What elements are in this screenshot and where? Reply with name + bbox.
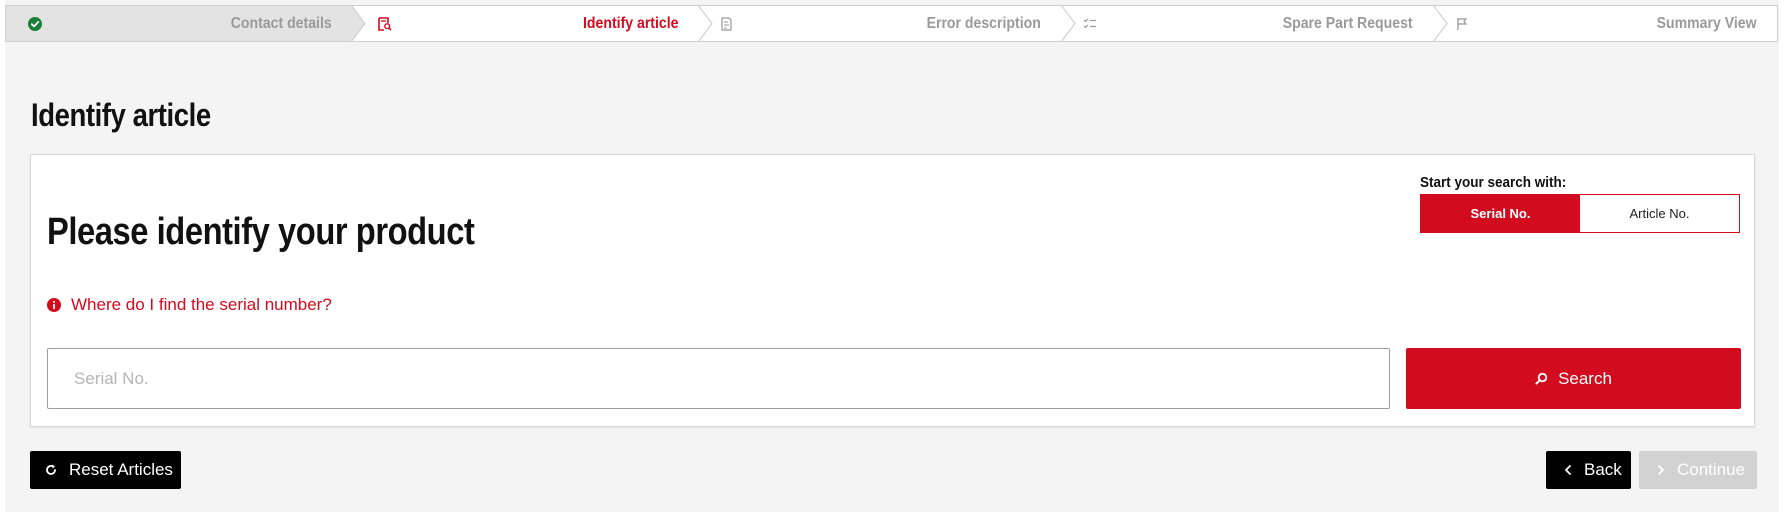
step-label: Contact details <box>231 15 332 32</box>
checklist-icon <box>1083 18 1096 29</box>
reset-articles-button[interactable]: Reset Articles <box>30 451 181 489</box>
step-label: Summary View <box>1657 15 1757 32</box>
step-summary-view[interactable]: Summary View <box>1433 6 1777 41</box>
identify-product-card: Please identify your product Start your … <box>30 154 1755 427</box>
page-title: Identify article <box>31 97 211 133</box>
step-error-description[interactable]: Error description <box>698 6 1061 41</box>
serial-number-help-link[interactable]: Where do I find the serial number? <box>47 295 332 315</box>
progress-stepper: Contact details Identify article Error d… <box>5 5 1778 42</box>
check-circle-icon <box>28 17 42 31</box>
search-type-selector: Start your search with: Serial No. Artic… <box>1420 174 1740 233</box>
chevron-right-icon <box>1658 465 1664 475</box>
search-icon <box>1535 372 1548 385</box>
step-label: Error description <box>926 15 1041 32</box>
continue-label: Continue <box>1677 460 1746 479</box>
step-label: Identify article <box>582 15 678 32</box>
search-button[interactable]: Search <box>1406 348 1741 409</box>
search-type-label: Start your search with: <box>1420 174 1567 191</box>
article-no-option[interactable]: Article No. <box>1580 195 1739 232</box>
info-icon <box>47 298 61 312</box>
serial-no-option[interactable]: Serial No. <box>1421 195 1580 232</box>
step-contact-details[interactable]: Contact details <box>6 6 352 41</box>
card-title: Please identify your product <box>47 211 475 253</box>
back-label: Back <box>1584 460 1622 479</box>
back-button[interactable]: Back <box>1546 451 1631 489</box>
step-label: Spare Part Request <box>1283 15 1413 32</box>
search-document-icon <box>378 17 392 31</box>
reset-articles-label: Reset Articles <box>69 460 173 479</box>
search-button-label: Search <box>1558 368 1612 388</box>
step-identify-article[interactable]: Identify article <box>352 6 698 41</box>
serial-number-input[interactable] <box>47 348 1390 409</box>
search-type-toggle: Serial No. Article No. <box>1420 194 1740 233</box>
flag-icon <box>1457 18 1468 30</box>
refresh-icon <box>46 464 56 475</box>
chevron-left-icon <box>1565 465 1571 475</box>
step-spare-part-request[interactable]: Spare Part Request <box>1061 6 1433 41</box>
help-link-label: Where do I find the serial number? <box>71 295 332 314</box>
continue-button[interactable]: Continue <box>1639 451 1757 489</box>
document-edit-icon <box>721 17 732 31</box>
